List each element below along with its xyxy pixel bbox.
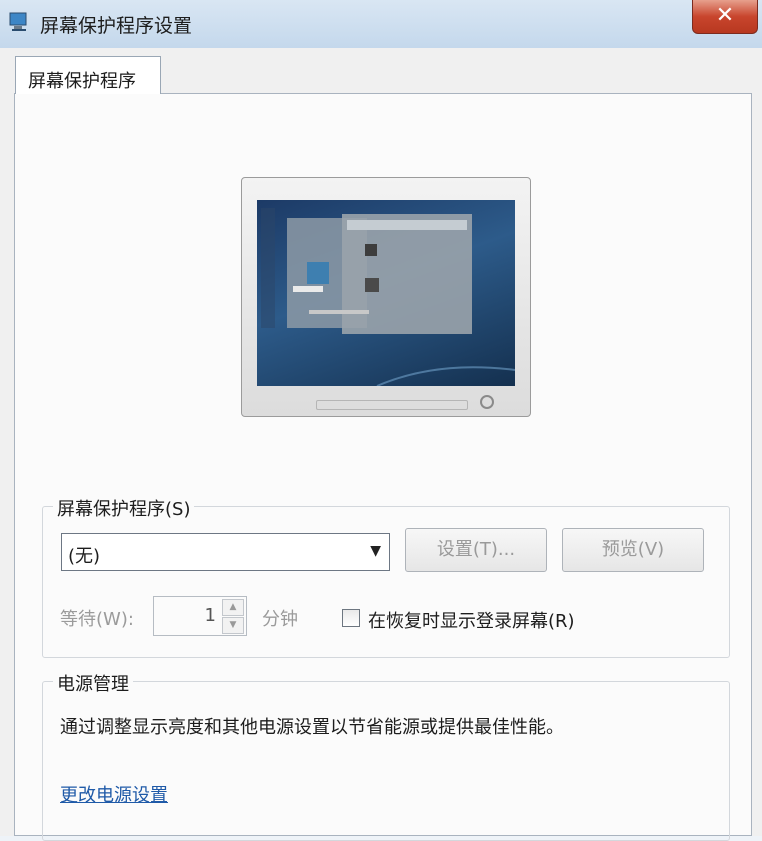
- preview-screen: [257, 200, 515, 386]
- power-group-label: 电源管理: [53, 670, 133, 696]
- resume-logon-checkbox[interactable]: [342, 609, 360, 627]
- screensaver-group-label: 屏幕保护程序(S): [53, 495, 195, 521]
- monitor-preview: [241, 177, 531, 417]
- screensaver-select-value: (无): [68, 546, 101, 567]
- spin-down-icon[interactable]: ▼: [222, 617, 244, 634]
- spin-up-icon[interactable]: ▲: [222, 599, 244, 616]
- wait-stepper[interactable]: 1 ▲ ▼: [153, 596, 247, 636]
- resume-logon-label[interactable]: 在恢复时显示登录屏幕(R): [368, 607, 575, 633]
- tab-screensaver[interactable]: 屏幕保护程序: [15, 56, 161, 94]
- wait-unit: 分钟: [262, 609, 298, 630]
- settings-button[interactable]: 设置(T)...: [405, 528, 547, 572]
- window-title: 屏幕保护程序设置: [40, 15, 193, 37]
- power-group: [42, 681, 730, 841]
- change-power-settings-link[interactable]: 更改电源设置: [60, 781, 168, 807]
- screensaver-select[interactable]: (无) ▼: [61, 533, 390, 571]
- chevron-down-icon[interactable]: ▼: [370, 543, 381, 559]
- monitor-slot: [316, 400, 468, 410]
- wait-value[interactable]: 1: [205, 605, 216, 626]
- title-bar: 屏幕保护程序设置 ✕: [0, 0, 762, 48]
- wait-label: 等待(W):: [60, 609, 134, 630]
- screensaver-app-icon: [9, 12, 27, 31]
- preview-button[interactable]: 预览(V): [562, 528, 704, 572]
- close-button[interactable]: ✕: [692, 0, 758, 34]
- power-description: 通过调整显示亮度和其他电源设置以节省能源或提供最佳性能。: [60, 717, 564, 738]
- monitor-power-icon: [480, 395, 494, 409]
- desktop-preview-image: [261, 208, 515, 386]
